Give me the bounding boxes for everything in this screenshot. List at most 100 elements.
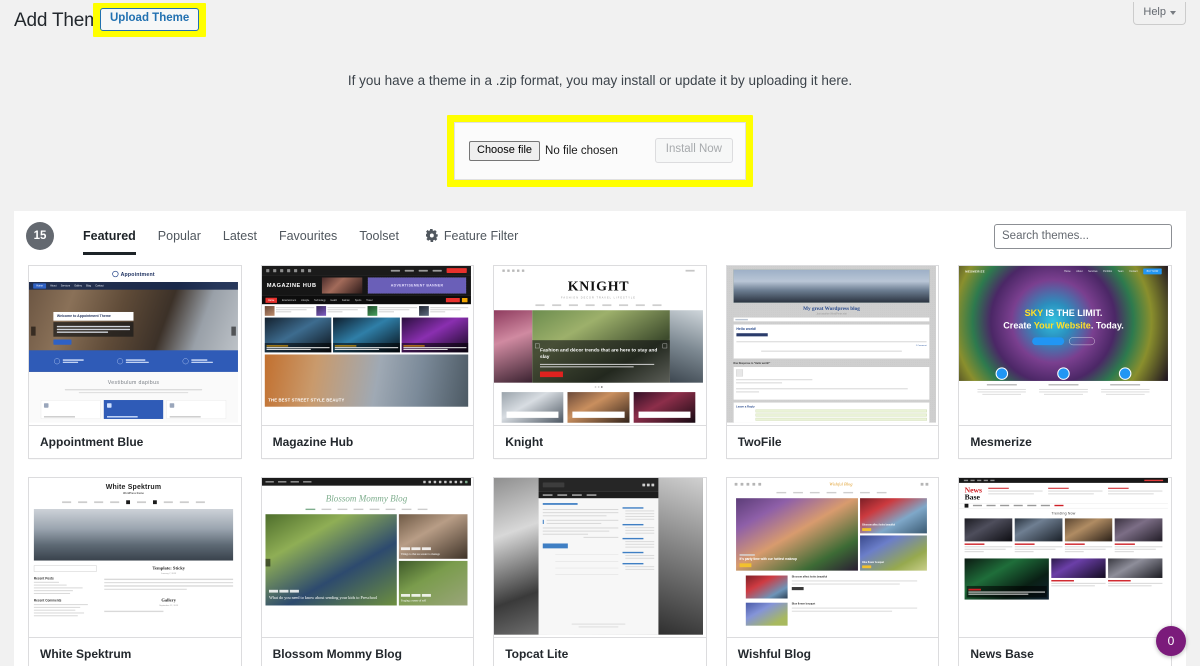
wb-list2-title: Blue flower bouquet <box>791 602 816 606</box>
theme-screenshot-blossom-mommy-blog: Blossom Mommy Blog What do you need to k… <box>261 477 474 638</box>
bm-logo: Blossom Mommy Blog <box>325 493 407 504</box>
theme-card-twofile[interactable]: My great Wordpress blog Just another Wor… <box>725 264 940 459</box>
mz-headline-rest: IS THE LIMIT. <box>1043 307 1103 319</box>
wb-list1-title: Blossom affect looks beautiful <box>791 575 827 578</box>
tab-popular[interactable]: Popular <box>147 211 212 261</box>
theme-name: Knight <box>494 425 706 458</box>
ab-nav-2: Services <box>60 284 71 287</box>
ws-title: White Spektrum <box>105 482 162 491</box>
wb-hero-caption: It's party time with our hottest makeup <box>739 557 797 561</box>
choose-file-button[interactable]: Choose file <box>469 140 541 162</box>
theme-name: White Spektrum <box>29 637 241 666</box>
ws-post-title: Template: Sticky <box>152 565 186 571</box>
upload-theme-panel: If you have a theme in a .zip format, yo… <box>0 38 1200 211</box>
mz-headline2-post: . Today. <box>1091 319 1125 331</box>
theme-screenshot-white-spektrum: White Spektrum WordPress theme Recent Po… <box>29 477 241 638</box>
tab-featured[interactable]: Featured <box>72 211 147 261</box>
ab-nav-5: Contact <box>95 284 104 287</box>
tf-responses-heading: One Response to "Hello world!" <box>733 362 771 365</box>
themes-panel: 15 Featured Popular Latest Favourites To… <box>14 210 1186 666</box>
theme-name: TwoFile <box>726 425 939 458</box>
theme-grid: Appointment Home About Services Gallery … <box>14 261 1186 666</box>
ab-section-title: Vestibulum dapibus <box>107 379 160 386</box>
theme-screenshot-news-base: News Base Trending Now <box>959 477 1171 638</box>
theme-screenshot-appointment-blue: Appointment Home About Services Gallery … <box>29 265 241 426</box>
theme-screenshot-wishful-blog: Wishful Blog It's party time with our ho… <box>726 477 939 638</box>
theme-screenshot-magazine-hub: MAGAZINE HUB ADVERTISEMENT BANNER Home En… <box>261 265 474 426</box>
ws-subtitle: WordPress theme <box>123 492 144 495</box>
upload-theme-button[interactable]: Upload Theme <box>100 8 200 31</box>
theme-card-news-base[interactable]: News Base Trending Now News Base <box>958 476 1172 666</box>
upload-form: Choose file No file chosen Install Now <box>454 121 746 180</box>
install-now-button[interactable]: Install Now <box>654 138 733 164</box>
admin-topbar: Add Themes Upload Theme Help <box>0 0 1200 38</box>
help-button[interactable]: Help <box>1133 2 1186 26</box>
mh-hero-caption: THE BEST STREET STYLE BEAUTY <box>267 397 345 403</box>
file-status-text: No file chosen <box>545 144 618 157</box>
theme-screenshot-mesmerize: MESMERIZE Home About Services Portfolio Team… <box>959 265 1171 426</box>
upload-form-highlight: Choose file No file chosen Install Now <box>447 114 753 187</box>
help-tab-wrapper: Help <box>1133 2 1186 26</box>
theme-name: Appointment Blue <box>29 425 241 458</box>
theme-name: Mesmerize <box>959 425 1171 458</box>
tf-reply-heading: Leave a Reply <box>735 404 755 408</box>
theme-name: Topcat Lite <box>494 637 706 666</box>
ab-logo-text: Appointment <box>120 270 155 277</box>
mz-headline-sky: SKY <box>1024 307 1044 319</box>
ab-hero-title: Welcome to Appointment Theme <box>53 311 134 321</box>
tf-post-title: Hello world! <box>736 327 757 332</box>
feature-filter-label: Feature Filter <box>443 228 519 243</box>
tf-comments-link: 1 Comment <box>915 344 927 347</box>
theme-filter-tabs: Featured Popular Latest Favourites Tools… <box>72 211 410 261</box>
help-label: Help <box>1143 6 1166 18</box>
theme-name: Blossom Mommy Blog <box>261 637 474 666</box>
theme-card-appointment-blue[interactable]: Appointment Home About Services Gallery … <box>28 264 242 459</box>
wb-logo: Wishful Blog <box>829 481 853 487</box>
theme-card-white-spektrum[interactable]: White Spektrum WordPress theme Recent Po… <box>28 476 242 666</box>
ab-nav-1: About <box>50 284 57 287</box>
theme-card-blossom-mommy-blog[interactable]: Blossom Mommy Blog What do you need to k… <box>260 476 475 666</box>
gear-icon <box>425 229 439 243</box>
tab-favourites[interactable]: Favourites <box>268 211 348 261</box>
ab-nav-0: Home <box>33 283 46 289</box>
theme-screenshot-twofile: My great Wordpress blog Just another Wor… <box>726 265 939 426</box>
kn-hero-headline: Fashion and décor trends that are here t… <box>540 346 658 359</box>
theme-name: Magazine Hub <box>261 425 474 458</box>
ab-nav-4: Blog <box>86 284 92 287</box>
nb-logo-base: Base <box>964 492 981 502</box>
tab-toolset[interactable]: Toolset <box>348 211 410 261</box>
upload-description: If you have a theme in a .zip format, yo… <box>347 73 853 88</box>
ws-recent-comments-heading: Recent Comments <box>33 598 62 603</box>
tf-site-title: My great Wordpress blog <box>802 305 860 312</box>
theme-card-knight[interactable]: KNIGHT FASHION DECOR TRAVEL LIFESTYLE Fa… <box>493 264 707 459</box>
file-input-row[interactable]: Choose file No file chosen <box>469 140 618 162</box>
theme-card-mesmerize[interactable]: MESMERIZE Home About Services Portfolio Team… <box>958 264 1172 459</box>
search-themes-input[interactable] <box>994 223 1172 249</box>
bm-side2-caption: Forging a sense of self <box>400 599 426 603</box>
theme-name: News Base <box>959 637 1171 666</box>
ws-recent-posts-heading: Recent Posts <box>33 576 54 580</box>
theme-card-topcat-lite[interactable]: Topcat Lite <box>493 476 707 666</box>
chat-widget-badge[interactable]: 0 <box>1156 626 1186 656</box>
theme-card-wishful-blog[interactable]: Wishful Blog It's party time with our ho… <box>725 476 940 666</box>
tf-tagline: Just another WordPress site <box>815 312 847 316</box>
mh-logo: MAGAZINE HUB <box>266 282 317 289</box>
theme-screenshot-topcat-lite <box>494 477 706 638</box>
mz-headline2-pre: Create <box>1003 319 1035 331</box>
theme-name: Wishful Blog <box>726 637 939 666</box>
theme-count-badge: 15 <box>26 221 54 250</box>
mh-ad-text: ADVERTISEMENT BANNER <box>390 283 443 288</box>
theme-card-magazine-hub[interactable]: MAGAZINE HUB ADVERTISEMENT BANNER Home En… <box>260 264 475 459</box>
feature-filter-button[interactable]: Feature Filter <box>425 228 519 243</box>
bm-side1-caption: Things to that are easier to manage <box>400 552 440 556</box>
theme-filter-bar: 15 Featured Popular Latest Favourites To… <box>14 211 1186 261</box>
bm-hero-caption: What do you need to know about sending y… <box>268 594 377 600</box>
nb-trending-label: Trending Now <box>1051 511 1076 516</box>
tab-latest[interactable]: Latest <box>212 211 268 261</box>
theme-screenshot-knight: KNIGHT FASHION DECOR TRAVEL LIFESTYLE Fa… <box>494 265 706 426</box>
mz-headline2-yellow: Your Website <box>1034 319 1092 331</box>
kn-title: KNIGHT <box>567 278 630 294</box>
ws-gallery-title: Gallery <box>161 597 176 603</box>
chevron-down-icon <box>1170 11 1176 16</box>
ab-nav-3: Gallery <box>74 284 82 287</box>
